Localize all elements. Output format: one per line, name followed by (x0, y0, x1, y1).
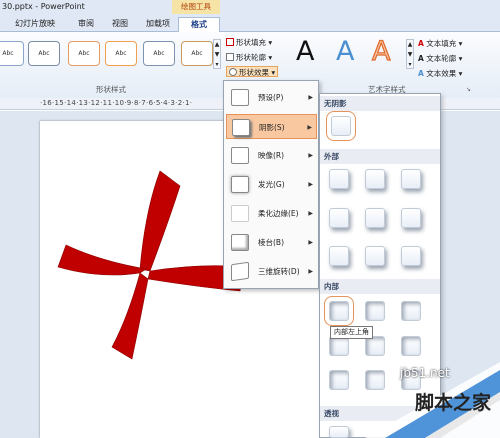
shadow-option-perspective[interactable] (329, 426, 349, 438)
pinwheel-blade-left (57, 244, 147, 276)
3d-rotation-thumb-icon (231, 261, 249, 282)
menu-label-bevel: 棱台(B) (258, 238, 284, 247)
shadow-option-outer[interactable] (329, 246, 349, 266)
shadow-option-outer[interactable] (401, 208, 421, 228)
title-bar: 30.pptx - PowerPoint (0, 0, 500, 14)
shadow-thumb-icon (232, 119, 250, 136)
submenu-arrow-icon: ▶ (308, 94, 313, 101)
ruler-numbers: ·16·15·14·13·12·11·10·9·8·7·6·5·4·3·2·1· (40, 99, 193, 107)
shadow-option-outer[interactable] (365, 169, 385, 189)
shape-style-swatch-6[interactable]: Abc (181, 41, 213, 66)
shadow-option-inner-top-left[interactable] (324, 296, 354, 326)
shape-fill-label: 形状填充 (236, 38, 266, 47)
tab-review[interactable]: 审阅 (72, 17, 100, 32)
shadow-option-outer[interactable] (329, 169, 349, 189)
shadow-option-outer[interactable] (401, 246, 421, 266)
paint-bucket-icon (226, 38, 234, 46)
shadow-option-inner[interactable] (365, 301, 385, 321)
submenu-arrow-icon: ▶ (308, 268, 313, 275)
menu-item-preset[interactable]: 预设(P) ▶ (226, 85, 317, 110)
wordart-style-blue[interactable]: A (336, 36, 354, 67)
shape-style-swatch-2[interactable]: Abc (28, 41, 60, 66)
shadow-option-outer[interactable] (329, 208, 349, 228)
dialog-launcher-icon[interactable]: ↘ (466, 86, 471, 93)
watermark-text: 脚本之家 (415, 392, 492, 414)
shape-fill-button[interactable]: 形状填充 ▾ (226, 37, 272, 48)
shadow-option-inner[interactable] (365, 336, 385, 356)
shadow-option-outer[interactable] (365, 208, 385, 228)
pinwheel-blade-top (139, 170, 181, 272)
menu-label-3d-rotation: 三维旋转(D) (258, 267, 300, 276)
submenu-arrow-icon: ▶ (307, 124, 312, 131)
submenu-arrow-icon: ▶ (308, 210, 313, 217)
glow-thumb-icon (231, 176, 249, 193)
submenu-arrow-icon: ▶ (308, 181, 313, 188)
shadow-option-inner[interactable] (401, 301, 421, 321)
shape-style-swatch-4[interactable]: Abc (105, 41, 137, 66)
wordart-style-orange[interactable]: A (371, 35, 391, 67)
shape-effects-label: 形状效果 (239, 68, 269, 77)
section-no-shadow: 无阴影 (320, 96, 440, 111)
ribbon-tab-row: 幻灯片放映 审阅 视图 加载项 格式 (0, 14, 500, 32)
watermark-url: jb51.net (400, 366, 450, 380)
preset-thumb-icon (231, 89, 249, 106)
reflection-thumb-icon (231, 147, 249, 164)
pen-outline-icon (226, 53, 234, 61)
shape-effects-menu: 预设(P) ▶ 阴影(S) ▶ 映像(R) ▶ 发光(G) ▶ 柔化边缘(E) ▶ 棱台(… (223, 80, 319, 289)
menu-item-reflection[interactable]: 映像(R) ▶ (226, 143, 317, 168)
text-outline-button[interactable]: A 文本轮廓 ▾ (418, 53, 462, 64)
wordart-style-black[interactable]: A (296, 36, 314, 67)
shape-style-swatch-3[interactable]: Abc (68, 41, 100, 66)
text-effects-label: 文本效果 (426, 69, 457, 78)
style-gallery-scroll[interactable]: ▲ ▼ ▾ (213, 39, 221, 69)
menu-label-preset: 预设(P) (258, 93, 284, 102)
shape-style-swatch-1[interactable]: Abc (0, 41, 24, 66)
submenu-arrow-icon: ▶ (308, 152, 313, 159)
bevel-thumb-icon (231, 234, 249, 251)
section-inner: 内部 (320, 279, 440, 294)
pinwheel-blade-bottom (111, 272, 149, 360)
text-fill-button[interactable]: A 文本填充 ▾ (418, 38, 462, 49)
drawing-tools-context-label: 绘图工具 (172, 0, 220, 14)
tab-addins[interactable]: 加载项 (140, 17, 176, 32)
tab-format[interactable]: 格式 (178, 17, 220, 32)
shadow-option-none[interactable] (326, 111, 356, 141)
menu-item-shadow[interactable]: 阴影(S) ▶ (226, 114, 317, 139)
section-outer: 外部 (320, 149, 440, 164)
menu-label-reflection: 映像(R) (258, 151, 285, 160)
text-outline-label: 文本轮廓 (426, 54, 457, 63)
shape-style-swatch-5[interactable]: Abc (143, 41, 175, 66)
shadow-option-inner[interactable] (329, 336, 349, 356)
text-effects-button[interactable]: A 文本效果 ▾ (418, 68, 462, 79)
submenu-arrow-icon: ▶ (308, 239, 313, 246)
window-title: 30.pptx - PowerPoint (2, 2, 85, 11)
shape-outline-label: 形状轮廓 (236, 53, 266, 62)
text-effects-icon: A (418, 69, 424, 78)
tab-view[interactable]: 视图 (106, 17, 134, 32)
shadow-option-inner[interactable] (401, 336, 421, 356)
soft-edges-thumb-icon (231, 205, 249, 222)
menu-item-glow[interactable]: 发光(G) ▶ (226, 172, 317, 197)
menu-label-shadow: 阴影(S) (259, 123, 285, 132)
text-outline-icon: A (418, 54, 424, 63)
menu-label-soft-edges: 柔化边缘(E) (258, 209, 299, 218)
shadow-option-inner[interactable] (329, 370, 349, 390)
shadow-option-outer[interactable] (401, 169, 421, 189)
menu-item-3d-rotation[interactable]: 三维旋转(D) ▶ (226, 259, 317, 284)
shape-outline-button[interactable]: 形状轮廓 ▾ (226, 52, 272, 63)
shape-effects-button[interactable]: 形状效果 ▾ (226, 66, 279, 77)
shape-styles-group-label: 形状样式 (96, 85, 126, 94)
tooltip: 内部左上角 (330, 326, 373, 339)
menu-item-soft-edges[interactable]: 柔化边缘(E) ▶ (226, 201, 317, 226)
text-fill-icon: A (418, 39, 424, 48)
effects-icon (229, 68, 237, 76)
tab-slideshow[interactable]: 幻灯片放映 (10, 17, 60, 32)
wordart-gallery-scroll[interactable]: ▲ ▼ ▾ (406, 39, 414, 69)
menu-item-bevel[interactable]: 棱台(B) ▶ (226, 230, 317, 255)
shadow-option-outer[interactable] (365, 246, 385, 266)
menu-label-glow: 发光(G) (258, 180, 285, 189)
text-fill-label: 文本填充 (426, 39, 457, 48)
